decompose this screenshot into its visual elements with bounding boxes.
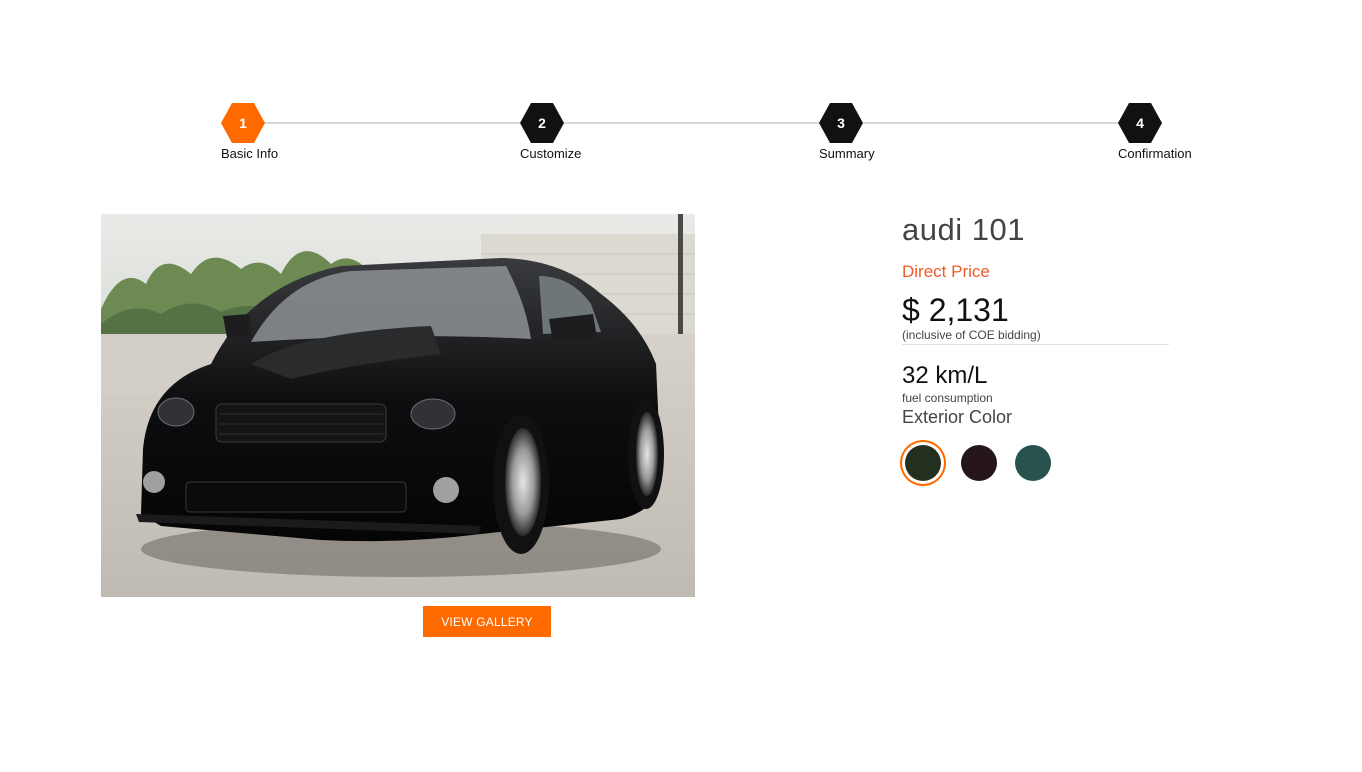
stepper-connector <box>264 122 520 124</box>
step-number-badge: 3 <box>819 103 863 143</box>
step-label: Confirmation <box>1118 146 1192 161</box>
step-label: Summary <box>819 146 875 161</box>
price-value: $ 2,131 <box>902 292 1009 328</box>
step-label: Basic Info <box>221 146 279 161</box>
car-image <box>101 214 695 597</box>
step-number-badge: 2 <box>520 103 564 143</box>
car-details-panel: audi 101 Direct Price $ 2,131 (inclusive… <box>902 212 1182 481</box>
fuel-consumption-value: 32 km/L <box>902 362 988 389</box>
color-swatch-dark-maroon[interactable] <box>961 445 997 481</box>
exterior-color-title: Exterior Color <box>902 407 1013 427</box>
stepper-connector <box>564 122 820 124</box>
step-label: Customize <box>520 146 582 161</box>
divider <box>902 344 1169 345</box>
progress-stepper: 1 Basic Info 2 Customize 3 Summary 4 Con… <box>0 0 1362 180</box>
color-swatch-teal[interactable] <box>1015 445 1051 481</box>
car-model-title: audi 101 <box>902 212 1025 247</box>
step-number-badge: 1 <box>221 103 265 143</box>
view-gallery-button[interactable]: VIEW GALLERY <box>423 606 551 637</box>
step-number-badge: 4 <box>1118 103 1162 143</box>
price-note: (inclusive of COE bidding) <box>902 328 1041 342</box>
color-swatch-dark-green[interactable] <box>905 445 941 481</box>
stepper-connector <box>863 122 1119 124</box>
fuel-consumption-label: fuel consumption <box>902 391 993 405</box>
price-label: Direct Price <box>902 262 990 281</box>
